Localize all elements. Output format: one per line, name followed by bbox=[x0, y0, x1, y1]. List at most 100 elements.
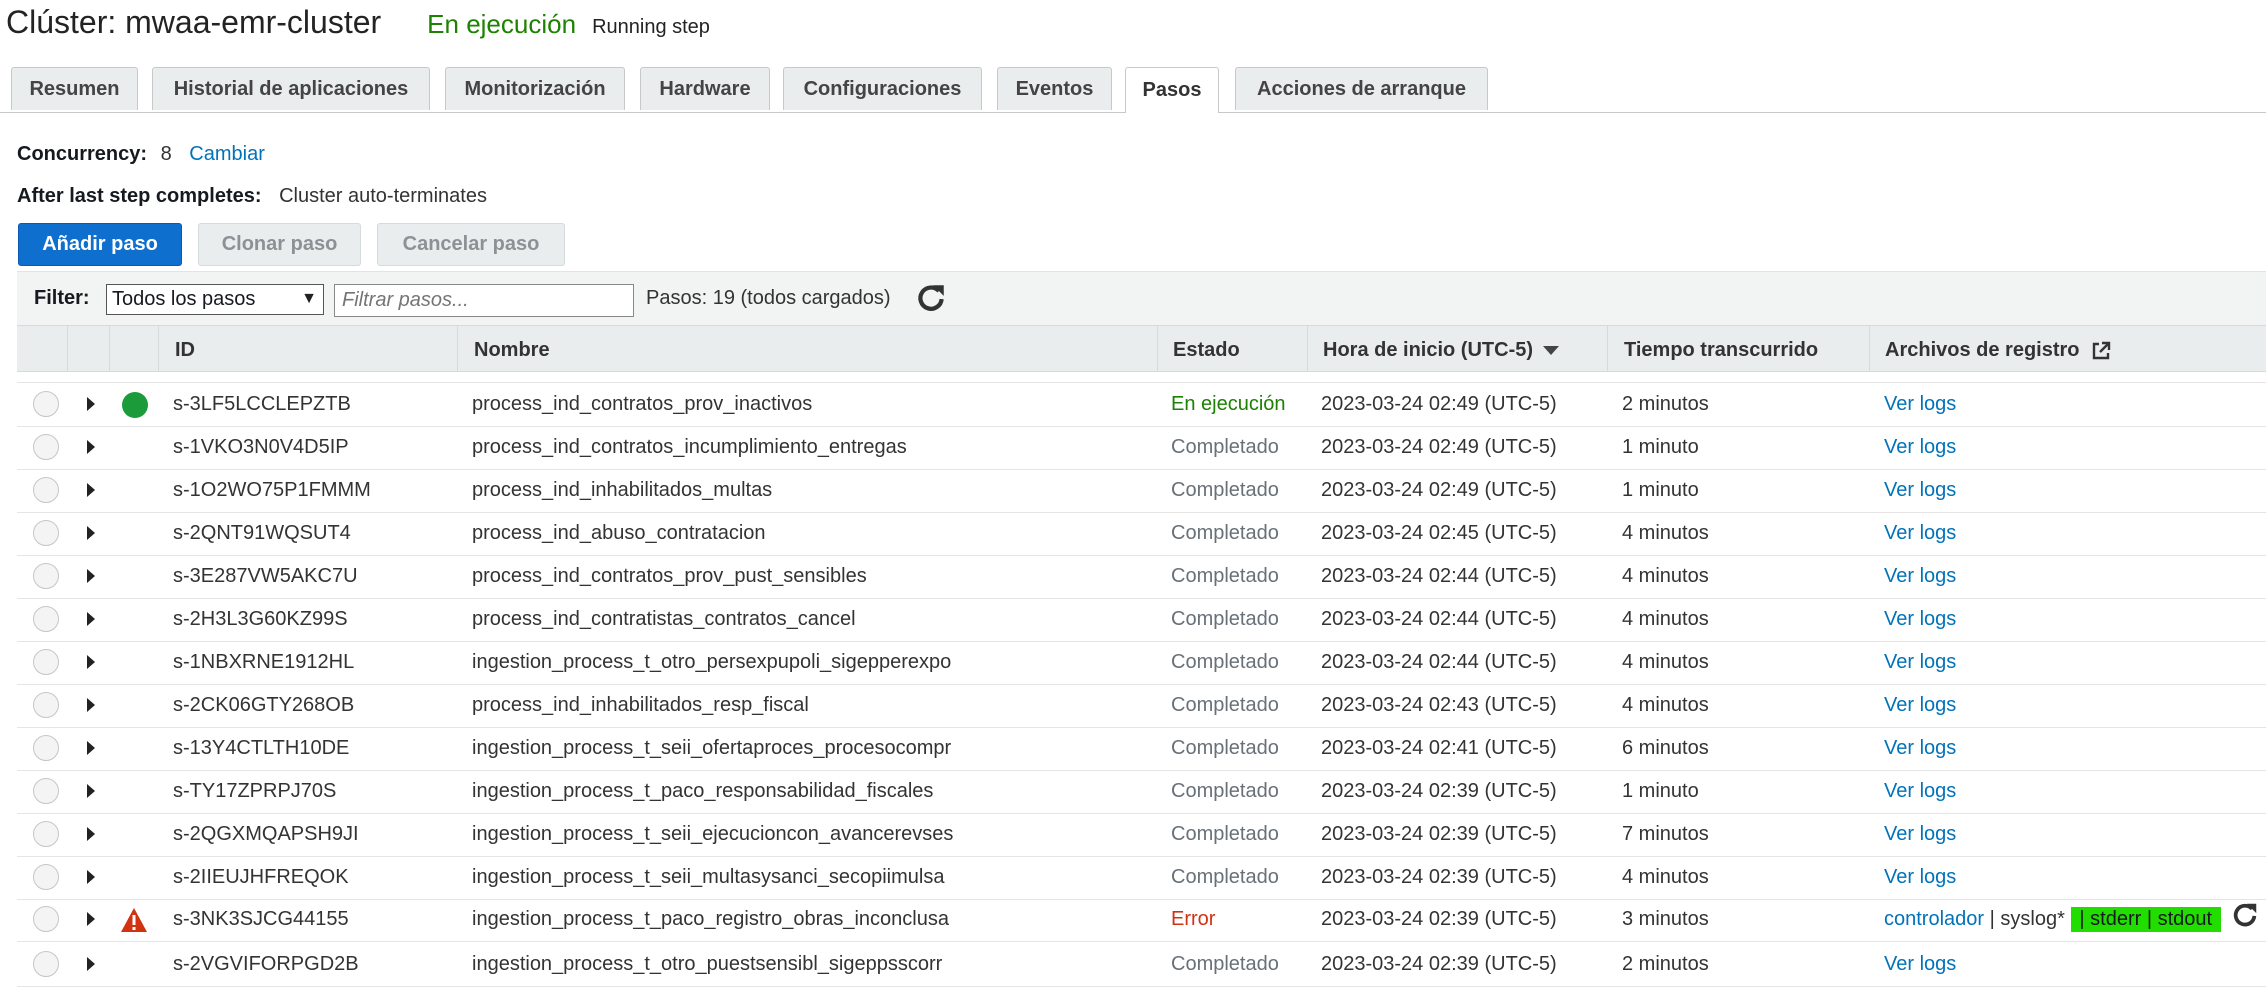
column-header-id[interactable]: ID bbox=[175, 339, 195, 362]
row-select-radio[interactable] bbox=[33, 563, 59, 589]
table-row[interactable]: s-3NK3SJCG44155 ingestion_process_t_paco_… bbox=[17, 898, 2266, 942]
view-logs-link[interactable]: Ver logs bbox=[1884, 598, 1956, 640]
step-name: ingestion_process_t_seii_ejecucioncon_av… bbox=[472, 822, 954, 845]
stderr-stdout-log-links[interactable]: | stderr | stdout bbox=[2070, 906, 2221, 932]
view-logs-link[interactable]: Ver logs bbox=[1884, 770, 1956, 812]
row-select-radio[interactable] bbox=[33, 735, 59, 761]
filter-label: Filter: bbox=[34, 287, 90, 309]
page-title: Clúster: mwaa-emr-cluster bbox=[6, 4, 382, 40]
step-filter-select[interactable]: Todos los pasos ▼ bbox=[106, 284, 324, 315]
tab-configurations[interactable]: Configuraciones bbox=[783, 67, 982, 110]
column-header-name[interactable]: Nombre bbox=[474, 339, 550, 362]
table-row[interactable]: s-2CK06GTY268OB process_ind_inhabilitados… bbox=[17, 684, 2266, 728]
expand-row-icon[interactable] bbox=[87, 655, 95, 669]
tab-hardware[interactable]: Hardware bbox=[640, 67, 770, 110]
add-step-button[interactable]: Añadir paso bbox=[18, 223, 182, 266]
column-divider bbox=[1607, 326, 1608, 371]
step-id: s-13Y4CTLTH10DE bbox=[173, 736, 350, 759]
step-elapsed-time: 4 minutos bbox=[1622, 521, 1709, 544]
scrolled-row-fragment bbox=[17, 372, 2266, 383]
step-name: ingestion_process_t_otro_puestsensibl_si… bbox=[472, 952, 943, 975]
view-logs-link[interactable]: Ver logs bbox=[1884, 856, 1956, 898]
change-concurrency-link[interactable]: Cambiar bbox=[189, 143, 265, 165]
expand-row-icon[interactable] bbox=[87, 397, 95, 411]
expand-row-icon[interactable] bbox=[87, 912, 95, 926]
column-header-logs[interactable]: Archivos de registro bbox=[1885, 339, 2111, 362]
step-id: s-TY17ZPRPJ70S bbox=[173, 779, 337, 802]
row-select-radio[interactable] bbox=[33, 649, 59, 675]
step-start-time: 2023-03-24 02:39 (UTC-5) bbox=[1321, 822, 1557, 845]
table-row[interactable]: s-1VKO3N0V4D5IP process_ind_contratos_inc… bbox=[17, 426, 2266, 470]
table-row[interactable]: s-2QGXMQAPSH9JI ingestion_process_t_seii_… bbox=[17, 813, 2266, 857]
table-row[interactable]: s-2QNT91WQSUT4 process_ind_abuso_contrata… bbox=[17, 512, 2266, 556]
row-select-radio[interactable] bbox=[33, 477, 59, 503]
view-logs-link[interactable]: Ver logs bbox=[1884, 684, 1956, 726]
row-select-radio[interactable] bbox=[33, 606, 59, 632]
row-select-radio[interactable] bbox=[33, 391, 59, 417]
view-logs-link[interactable]: Ver logs bbox=[1884, 512, 1956, 554]
view-logs-link[interactable]: Ver logs bbox=[1884, 727, 1956, 769]
table-row[interactable]: s-1NBXRNE1912HL ingestion_process_t_otro_… bbox=[17, 641, 2266, 685]
expand-row-icon[interactable] bbox=[87, 698, 95, 712]
expand-row-icon[interactable] bbox=[87, 440, 95, 454]
tab-summary[interactable]: Resumen bbox=[11, 67, 138, 110]
column-header-elapsed[interactable]: Tiempo transcurrido bbox=[1624, 339, 1818, 362]
refresh-icon[interactable] bbox=[914, 281, 948, 315]
expand-row-icon[interactable] bbox=[87, 612, 95, 626]
row-select-radio[interactable] bbox=[33, 951, 59, 977]
tab-events[interactable]: Eventos bbox=[997, 67, 1112, 110]
table-row[interactable]: s-13Y4CTLTH10DE ingestion_process_t_seii_… bbox=[17, 727, 2266, 771]
row-select-radio[interactable] bbox=[33, 520, 59, 546]
expand-row-icon[interactable] bbox=[87, 526, 95, 540]
table-row[interactable]: s-2VGVIFORPGD2B ingestion_process_t_otro_… bbox=[17, 943, 2266, 987]
expand-row-icon[interactable] bbox=[87, 741, 95, 755]
step-elapsed-time: 3 minutos bbox=[1622, 907, 1709, 930]
cancel-step-button[interactable]: Cancelar paso bbox=[377, 223, 565, 266]
view-logs-link[interactable]: Ver logs bbox=[1884, 813, 1956, 855]
table-row[interactable]: s-1O2WO75P1FMMM process_ind_inhabilitados… bbox=[17, 469, 2266, 513]
row-select-radio[interactable] bbox=[33, 692, 59, 718]
step-id: s-2QNT91WQSUT4 bbox=[173, 521, 351, 544]
view-logs-link[interactable]: Ver logs bbox=[1884, 943, 1956, 985]
row-select-radio[interactable] bbox=[33, 821, 59, 847]
expand-row-icon[interactable] bbox=[87, 957, 95, 971]
syslog-log-link[interactable]: syslog* bbox=[2000, 908, 2064, 931]
controller-log-link[interactable]: controlador bbox=[1884, 908, 1984, 931]
table-row[interactable]: s-TY17ZPRPJ70S ingestion_process_t_paco_r… bbox=[17, 770, 2266, 814]
refresh-icon[interactable] bbox=[2230, 900, 2260, 930]
view-logs-link[interactable]: Ver logs bbox=[1884, 426, 1956, 468]
view-logs-link[interactable]: Ver logs bbox=[1884, 641, 1956, 683]
step-status: Completado bbox=[1171, 650, 1279, 673]
step-elapsed-time: 4 minutos bbox=[1622, 693, 1709, 716]
row-select-radio[interactable] bbox=[33, 434, 59, 460]
expand-row-icon[interactable] bbox=[87, 569, 95, 583]
tab-bootstrap-actions[interactable]: Acciones de arranque bbox=[1235, 67, 1488, 110]
step-name: ingestion_process_t_seii_multasysanci_se… bbox=[472, 865, 945, 888]
expand-row-icon[interactable] bbox=[87, 870, 95, 884]
column-header-start-time[interactable]: Hora de inicio (UTC-5) bbox=[1323, 339, 1560, 362]
tab-steps[interactable]: Pasos bbox=[1125, 67, 1219, 113]
step-status: Completado bbox=[1171, 564, 1279, 587]
tab-application-history[interactable]: Historial de aplicaciones bbox=[152, 67, 430, 110]
view-logs-link[interactable]: Ver logs bbox=[1884, 383, 1956, 425]
table-row[interactable]: s-2H3L3G60KZ99S process_ind_contratistas_… bbox=[17, 598, 2266, 642]
row-select-radio[interactable] bbox=[33, 864, 59, 890]
step-elapsed-time: 4 minutos bbox=[1622, 650, 1709, 673]
view-logs-link[interactable]: Ver logs bbox=[1884, 555, 1956, 597]
expand-row-icon[interactable] bbox=[87, 483, 95, 497]
clone-step-button[interactable]: Clonar paso bbox=[198, 223, 361, 266]
row-select-radio[interactable] bbox=[33, 906, 59, 932]
expand-row-icon[interactable] bbox=[87, 784, 95, 798]
tab-monitoring[interactable]: Monitorización bbox=[445, 67, 625, 110]
row-select-radio[interactable] bbox=[33, 778, 59, 804]
expand-row-icon[interactable] bbox=[87, 827, 95, 841]
column-divider bbox=[1157, 326, 1158, 371]
table-row[interactable]: s-2IIEUJHFREQOK ingestion_process_t_seii_… bbox=[17, 856, 2266, 900]
column-header-status[interactable]: Estado bbox=[1173, 339, 1240, 362]
view-logs-link[interactable]: Ver logs bbox=[1884, 469, 1956, 511]
filter-steps-input[interactable] bbox=[334, 284, 634, 317]
step-elapsed-time: 1 minuto bbox=[1622, 435, 1699, 458]
table-row[interactable]: s-3LF5LCCLEPZTB process_ind_contratos_pro… bbox=[17, 383, 2266, 427]
table-row[interactable]: s-3E287VW5AKC7U process_ind_contratos_pro… bbox=[17, 555, 2266, 599]
step-id: s-3E287VW5AKC7U bbox=[173, 564, 358, 587]
